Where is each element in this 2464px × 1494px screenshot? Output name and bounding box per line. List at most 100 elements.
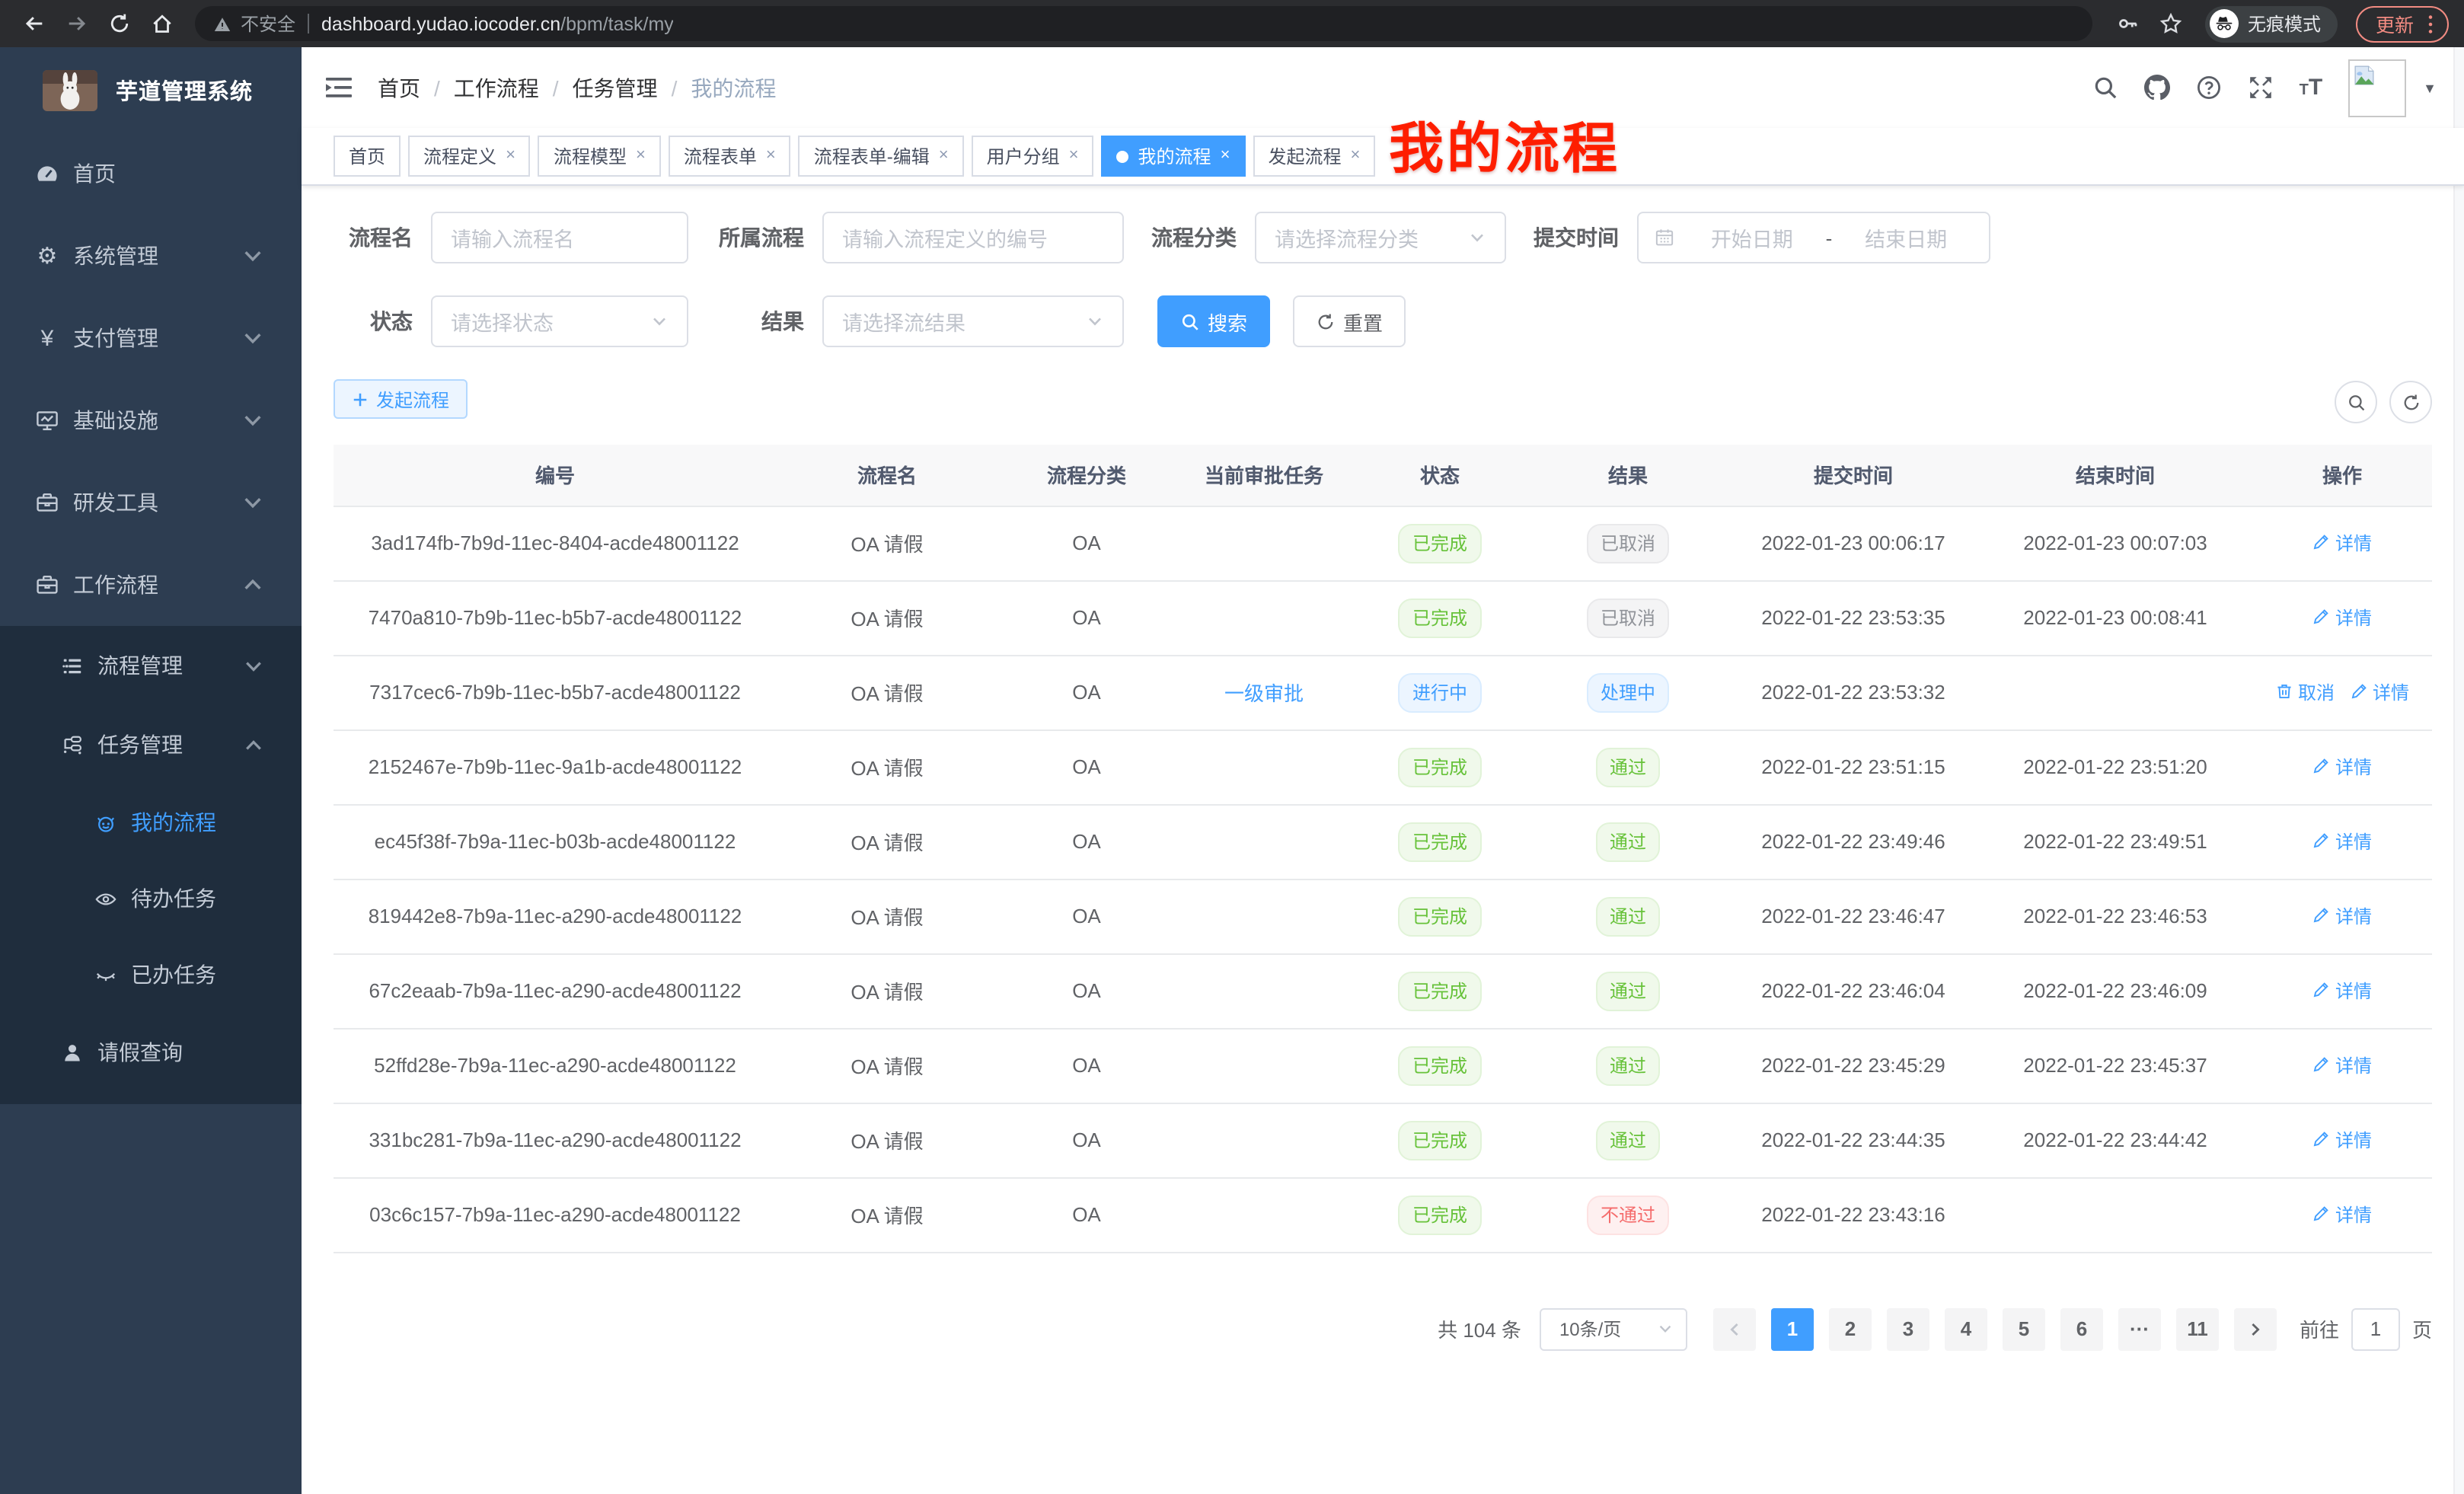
page-button-2[interactable]: 2 (1829, 1307, 1872, 1350)
collapse-sidebar-icon[interactable] (324, 75, 353, 101)
avatar-caret-icon[interactable]: ▼ (2423, 80, 2437, 95)
sidebar-item-研发工具[interactable]: 研发工具 (0, 461, 302, 544)
page-button-11[interactable]: 11 (2176, 1307, 2219, 1350)
kebab-menu-icon[interactable] (2427, 13, 2434, 34)
detail-link[interactable]: 详情 (2312, 903, 2372, 929)
close-icon[interactable]: × (1221, 148, 1230, 164)
tab-首页[interactable]: 首页 (334, 136, 401, 177)
tab-label: 我的流程 (1138, 143, 1211, 169)
refresh-table-button[interactable] (2389, 381, 2432, 423)
status-filter-select[interactable]: 请选择状态 (431, 295, 688, 347)
search-button[interactable]: 搜索 (1157, 295, 1270, 347)
tab-发起流程[interactable]: 发起流程× (1253, 136, 1375, 177)
detail-link[interactable]: 详情 (2312, 978, 2372, 1004)
breadcrumb-item[interactable]: 工作流程 (454, 72, 539, 103)
process-id-cell: 67c2eaab-7b9a-11ec-a290-acde48001122 (334, 953, 777, 1028)
sidebar-item-待办任务[interactable]: 待办任务 (0, 860, 302, 937)
github-icon[interactable] (2144, 75, 2170, 101)
process-name-cell: OA 请假 (777, 804, 997, 879)
name-filter-input[interactable]: 请输入流程名 (431, 212, 688, 263)
status-badge: 已完成 (1399, 971, 1481, 1010)
page-size-select[interactable]: 10条/页 (1540, 1307, 1687, 1350)
close-icon[interactable]: × (1069, 148, 1079, 164)
detail-link[interactable]: 详情 (2312, 754, 2372, 780)
next-page-button[interactable] (2234, 1307, 2277, 1350)
chevdown-icon (241, 244, 265, 268)
prev-page-button[interactable] (1713, 1307, 1756, 1350)
sidebar-item-已办任务[interactable]: 已办任务 (0, 937, 302, 1013)
breadcrumb: 首页/工作流程/任务管理/我的流程 (378, 72, 776, 103)
reload-button[interactable] (101, 5, 137, 42)
tab-label: 流程表单 (684, 143, 757, 169)
cancel-link[interactable]: 取消 (2275, 679, 2335, 705)
goto-page-input[interactable]: 1 (2351, 1307, 2400, 1350)
security-chip[interactable]: 不安全 (213, 11, 295, 37)
fullscreen-icon[interactable] (2248, 75, 2274, 101)
sidebar-item-我的流程[interactable]: 我的流程 (0, 784, 302, 860)
show-search-button[interactable] (2335, 381, 2377, 423)
detail-link[interactable]: 详情 (2312, 605, 2372, 630)
current-task-link[interactable]: 一级审批 (1224, 682, 1304, 705)
page-button-1[interactable]: 1 (1771, 1307, 1814, 1350)
sidebar-item-首页[interactable]: 首页 (0, 132, 302, 215)
password-manager-button[interactable] (2111, 5, 2147, 42)
detail-link-label: 详情 (2335, 1052, 2372, 1078)
page-button-6[interactable]: 6 (2060, 1307, 2103, 1350)
category-filter-select[interactable]: 请选择流程分类 (1255, 212, 1506, 263)
sidebar-item-请假查询[interactable]: 请假查询 (0, 1013, 302, 1092)
sidebar-item-基础设施[interactable]: 基础设施 (0, 379, 302, 461)
scrollbar[interactable] (2453, 47, 2464, 1494)
close-icon[interactable]: × (1350, 148, 1360, 164)
detail-link[interactable]: 详情 (2312, 828, 2372, 854)
tab-流程表单[interactable]: 流程表单 × (669, 136, 791, 177)
close-icon[interactable]: × (766, 148, 776, 164)
detail-link[interactable]: 详情 (2312, 1052, 2372, 1078)
edit-icon (2312, 1205, 2331, 1224)
detail-link[interactable]: 详情 (2312, 530, 2372, 556)
result-cell: 通过 (1527, 879, 1728, 953)
submit-time-range-picker[interactable]: 开始日期 - 结束日期 (1637, 212, 1990, 263)
sidebar-item-系统管理[interactable]: ⚙系统管理 (0, 215, 302, 297)
tab-用户分组[interactable]: 用户分组× (972, 136, 1094, 177)
page-button-3[interactable]: 3 (1887, 1307, 1929, 1350)
logo-row[interactable]: 芋道管理系统 (0, 47, 302, 132)
avatar[interactable] (2348, 59, 2406, 117)
search-icon[interactable] (2092, 75, 2118, 101)
create-process-button[interactable]: 发起流程 (334, 379, 468, 419)
sidebar-item-支付管理[interactable]: ¥支付管理 (0, 297, 302, 379)
update-button[interactable]: 更新 (2356, 5, 2449, 42)
reset-button[interactable]: 重置 (1293, 295, 1406, 347)
process-filter-input[interactable]: 请输入流程定义的编号 (822, 212, 1124, 263)
screen: 不安全 dashboard.yudao.iocoder.cn/bpm/task/… (0, 0, 2464, 1494)
close-icon[interactable]: × (636, 148, 646, 164)
detail-link[interactable]: 详情 (2312, 1127, 2372, 1153)
tab-流程表单-编辑[interactable]: 流程表单-编辑× (799, 136, 964, 177)
tab-流程模型[interactable]: 流程模型× (538, 136, 661, 177)
bookmark-button[interactable] (2153, 5, 2190, 42)
help-icon[interactable] (2196, 75, 2222, 101)
breadcrumb-item[interactable]: 任务管理 (573, 72, 658, 103)
result-cell: 处理中 (1527, 655, 1728, 729)
tab-我的流程[interactable]: 我的流程 × (1102, 136, 1246, 177)
detail-link[interactable]: 详情 (2350, 679, 2409, 705)
page-button-4[interactable]: 4 (1945, 1307, 1987, 1350)
url-text: dashboard.yudao.iocoder.cn/bpm/task/my (321, 13, 674, 34)
sidebar-item-工作流程[interactable]: 工作流程 (0, 544, 302, 626)
back-button[interactable] (15, 5, 52, 42)
forward-button[interactable] (58, 5, 94, 42)
page-more-button[interactable]: ··· (2118, 1307, 2161, 1350)
sidebar-item-流程管理[interactable]: 流程管理 (0, 626, 302, 705)
breadcrumb-item[interactable]: 首页 (378, 72, 420, 103)
sidebar-item-任务管理[interactable]: 任务管理 (0, 705, 302, 784)
home-button[interactable] (143, 5, 180, 42)
detail-link[interactable]: 详情 (2312, 1202, 2372, 1227)
close-icon[interactable]: × (939, 148, 949, 164)
address-bar[interactable]: 不安全 dashboard.yudao.iocoder.cn/bpm/task/… (195, 6, 2092, 41)
sidebar-item-label: 待办任务 (131, 883, 216, 914)
close-icon[interactable]: × (506, 148, 515, 164)
font-size-icon[interactable]: TT (2300, 76, 2323, 99)
page-button-5[interactable]: 5 (2003, 1307, 2045, 1350)
result-filter-select[interactable]: 请选择流结果 (822, 295, 1124, 347)
yen-icon: ¥ (35, 326, 59, 350)
tab-流程定义[interactable]: 流程定义× (408, 136, 531, 177)
